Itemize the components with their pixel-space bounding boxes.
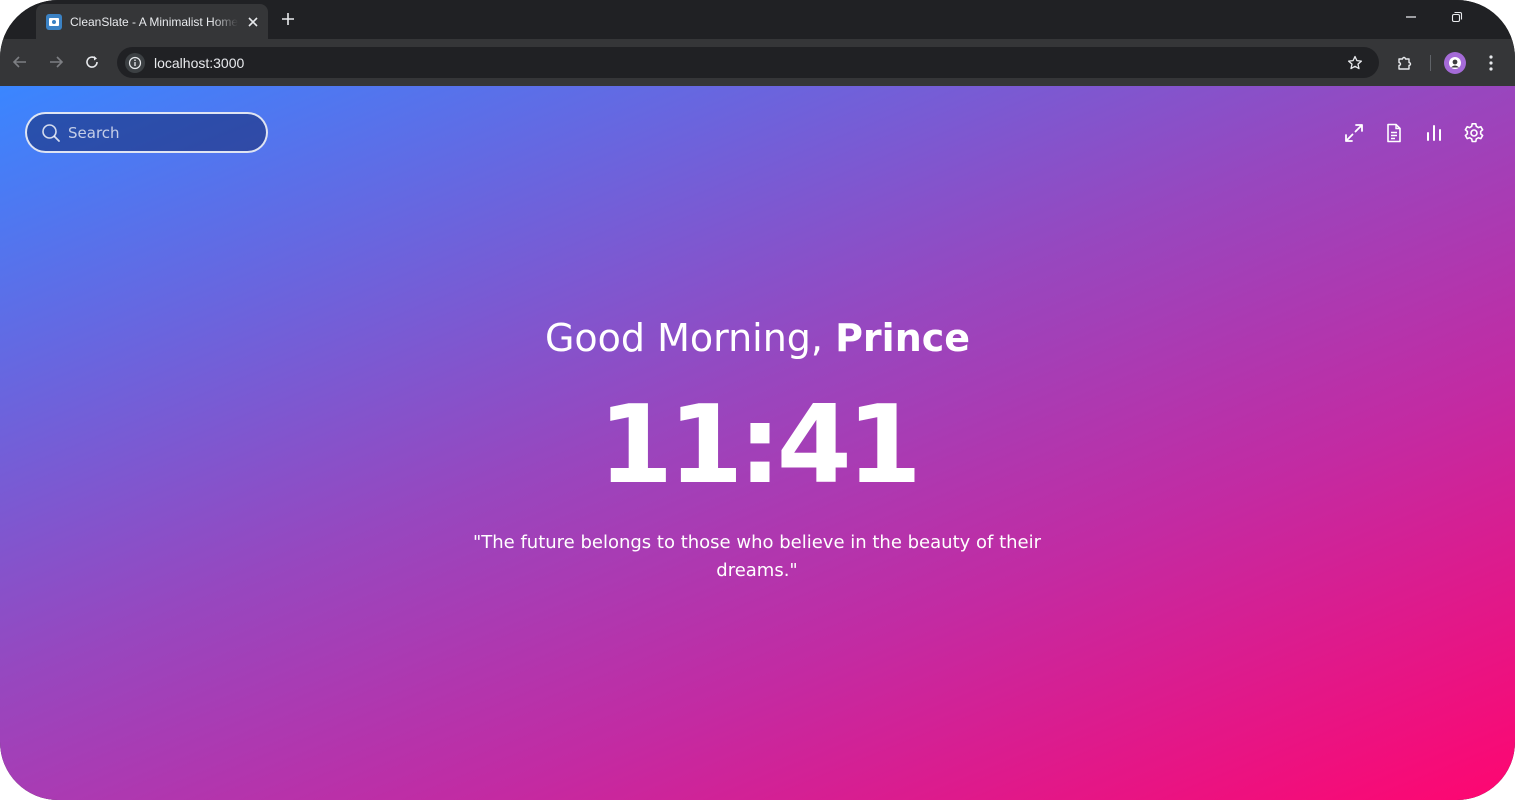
minimize-icon[interactable] <box>1403 9 1419 25</box>
homepage: Good Morning, Prince 11:41 "The future b… <box>0 86 1515 800</box>
quote: "The future belongs to those who believe… <box>472 532 1042 581</box>
clock: 11:41 <box>598 383 922 508</box>
tab-cleanslate[interactable]: CleanSlate - A Minimalist Homepage <box>36 4 268 39</box>
page-favicon-icon <box>46 13 62 30</box>
search-box[interactable] <box>25 112 268 153</box>
restore-icon[interactable] <box>1449 9 1465 25</box>
search-icon <box>40 122 62 144</box>
gear-icon[interactable] <box>1463 122 1485 144</box>
arrow-left-icon[interactable] <box>10 52 30 72</box>
browser-toolbar: localhost:3000 <box>0 39 1515 86</box>
arrow-right-icon[interactable] <box>46 52 66 72</box>
browser-window: CleanSlate - A Minimalist Homepage <box>0 0 1515 800</box>
plus-icon[interactable] <box>278 9 298 29</box>
toolbar-divider <box>1430 55 1431 71</box>
toolbar-right <box>1394 52 1502 74</box>
puzzle-icon[interactable] <box>1394 52 1416 74</box>
more-vertical-icon[interactable] <box>1480 52 1502 74</box>
user-name: Prince <box>835 316 971 360</box>
close-icon[interactable] <box>244 13 262 31</box>
expand-icon[interactable] <box>1343 122 1365 144</box>
star-icon[interactable] <box>1345 53 1365 73</box>
search-input[interactable] <box>66 122 260 143</box>
avatar[interactable] <box>1444 52 1466 74</box>
tab-title: CleanSlate - A Minimalist Homepage <box>70 14 238 29</box>
info-icon[interactable] <box>125 52 145 73</box>
bar-chart-icon[interactable] <box>1423 122 1445 144</box>
page-actions <box>1343 122 1485 144</box>
url-text[interactable]: localhost:3000 <box>154 55 1345 71</box>
tab-strip: CleanSlate - A Minimalist Homepage <box>0 0 1515 39</box>
reload-icon[interactable] <box>82 52 102 72</box>
document-icon[interactable] <box>1383 122 1405 144</box>
window-controls <box>1403 9 1465 25</box>
greeting: Good Morning, Prince <box>0 316 1515 360</box>
address-bar[interactable]: localhost:3000 <box>117 47 1379 78</box>
greeting-prefix: Good Morning, <box>544 316 836 360</box>
